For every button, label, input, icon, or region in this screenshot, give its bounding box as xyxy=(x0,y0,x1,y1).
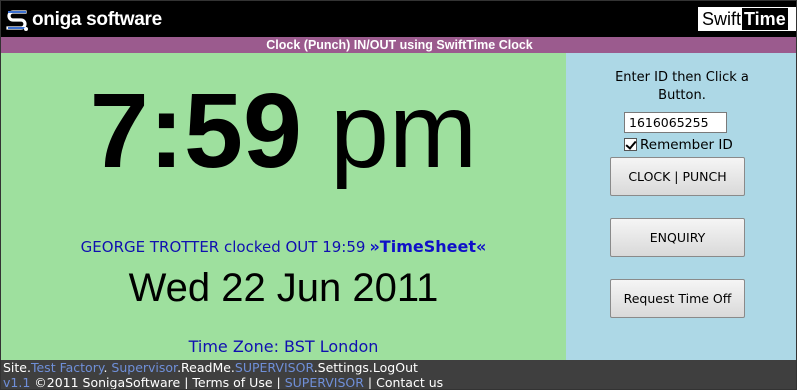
instruction-line-1: Enter ID then Click a xyxy=(615,70,749,85)
last-punch-status: GEORGE TROTTER clocked OUT 19:59 »TimeShe… xyxy=(1,237,566,256)
header-bar: oniga software Swift Time xyxy=(1,1,796,37)
remember-id-checkbox[interactable] xyxy=(624,138,637,151)
contact-us-link[interactable]: Contact us xyxy=(376,375,443,389)
instruction-text: Enter ID then Click a Button. xyxy=(566,69,796,105)
remember-id-option[interactable]: Remember ID xyxy=(624,136,733,153)
footer-supervisor-link[interactable]: SUPERVISOR xyxy=(285,375,364,389)
footer-nav-settings-logout[interactable]: .Settings.LogOut xyxy=(314,360,418,375)
time-zone-label: Time Zone: BST London xyxy=(188,337,379,356)
footer-nav-supervisor-caps[interactable]: SUPERVISOR xyxy=(235,360,314,375)
logo-text: oniga software xyxy=(32,9,162,30)
swifttime-logo: Swift Time xyxy=(698,7,796,31)
enquiry-button[interactable]: ENQUIRY xyxy=(610,218,745,257)
soniga-logo[interactable]: oniga software xyxy=(5,7,162,33)
time-ampm: pm xyxy=(329,72,478,190)
brand-time-text: Time xyxy=(742,8,788,30)
footer-nav-site[interactable]: Site. xyxy=(3,360,31,375)
time-hours-minutes: 7:59 xyxy=(89,72,302,190)
footer-nav-supervisor[interactable]: Supervisor xyxy=(111,360,177,375)
footer-nav: Site.Test Factory. Supervisor.ReadMe.SUP… xyxy=(3,360,418,375)
instruction-line-2: Button. xyxy=(658,88,706,103)
footer-info: v1.1 ©2011 SonigaSoftware | Terms of Use… xyxy=(3,375,443,390)
copyright-text: ©2011 SonigaSoftware | xyxy=(30,375,193,390)
soniga-s-logo-icon xyxy=(5,8,29,32)
footer-bar: Site.Test Factory. Supervisor.ReadMe.SUP… xyxy=(1,360,796,390)
clock-display-panel: 7:59 pm GEORGE TROTTER clocked OUT 19:59»… xyxy=(1,53,566,360)
employee-id-input[interactable] xyxy=(624,112,727,133)
page-title: Clock (Punch) IN/OUT using SwiftTime Clo… xyxy=(266,38,533,52)
terms-of-use-link[interactable]: Terms of Use xyxy=(192,375,272,389)
app-window: oniga software Swift Time Clock (Punch) I… xyxy=(0,0,797,390)
remember-id-label[interactable]: Remember ID xyxy=(640,137,733,153)
footer-separator: | xyxy=(363,375,377,390)
current-date: Wed 22 Jun 2011 xyxy=(128,266,439,310)
request-time-off-button[interactable]: Request Time Off xyxy=(610,279,745,318)
footer-nav-test-factory[interactable]: Test Factory xyxy=(31,360,103,375)
version-label: v1.1 xyxy=(3,375,31,390)
punch-control-panel: Enter ID then Click a Button. Remember I… xyxy=(566,53,796,360)
footer-nav-readme[interactable]: .ReadMe. xyxy=(177,360,235,375)
footer-separator: | xyxy=(272,375,285,390)
brand-swift-text: Swift xyxy=(702,8,742,29)
clock-punch-button[interactable]: CLOCK | PUNCH xyxy=(610,157,745,196)
page-banner: Clock (Punch) IN/OUT using SwiftTime Clo… xyxy=(1,37,796,53)
timesheet-link[interactable]: »TimeSheet« xyxy=(369,237,486,256)
current-time: 7:59 pm xyxy=(1,71,566,191)
punch-status-text: GEORGE TROTTER clocked OUT 19:59 xyxy=(80,238,366,256)
